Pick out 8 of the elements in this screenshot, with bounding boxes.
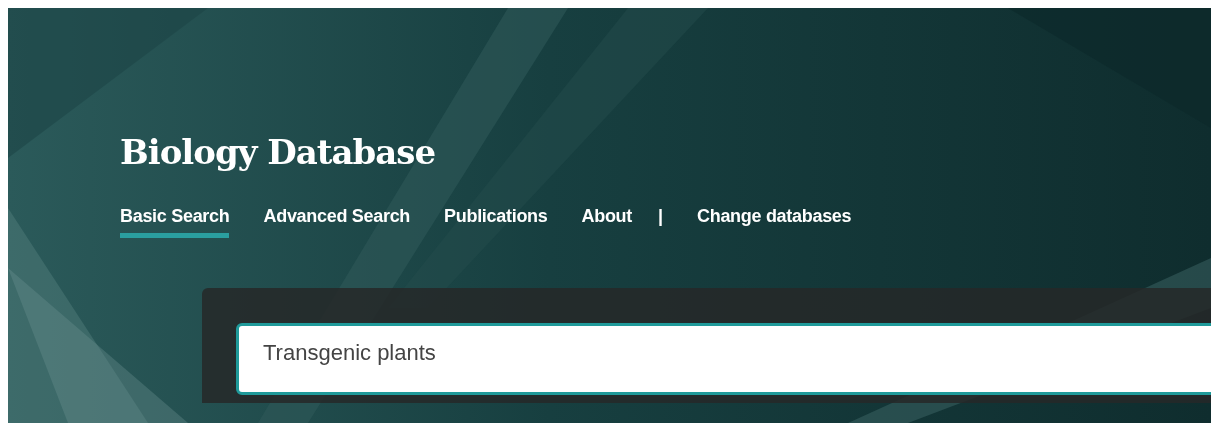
nav-tab[interactable]: Advanced Search	[263, 206, 411, 238]
site-title: Biology Database	[120, 131, 436, 174]
nav-separator: |	[657, 206, 663, 227]
nav-tab[interactable]: About	[581, 206, 632, 238]
nav-tab[interactable]: Publications	[444, 206, 548, 238]
nav-tab[interactable]: Change databases	[697, 206, 852, 238]
nav-tab[interactable]: Basic Search	[120, 206, 230, 238]
search-field[interactable]: Transgenic plants	[236, 323, 1211, 395]
